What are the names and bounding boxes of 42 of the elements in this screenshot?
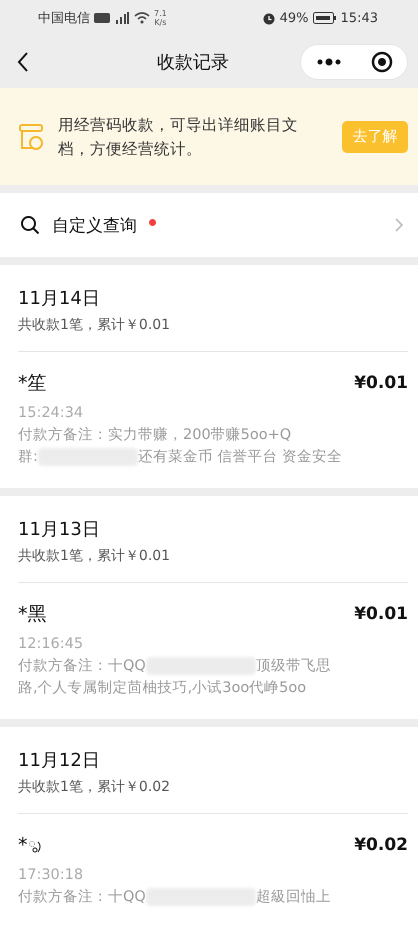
close-icon[interactable] [370,51,392,73]
carrier-name: 中国电信 [38,10,90,27]
payer-name: *黑 [18,602,46,627]
day-date: 11月12日 [18,749,101,773]
custom-query-label: 自定义查询 [52,214,137,236]
custom-query-row[interactable]: 自定义查询 [0,193,418,257]
payer-note: 路,个人专属制定茴柚技巧,小试3oo代峥5oo [18,678,306,698]
banner-text: 用经营码收款，可导出详细账目文档，方便经营统计。 [58,114,299,160]
clock-time: 15:43 [340,10,378,26]
day-date: 11月14日 [18,287,101,311]
payment-time: 17:30:18 [18,866,84,885]
day-summary: 共收款1笔，累计￥0.01 [18,547,172,566]
payment-time: 12:16:45 [18,635,84,654]
battery-percent: 49% [280,10,309,26]
payment-amount: ¥0.02 [354,835,408,855]
payer-note: 顶级带飞思 [256,657,331,676]
payer-name: * [18,833,28,858]
page-title: 收款记录 [156,51,230,74]
payer-note: 群: [18,448,38,467]
more-icon[interactable] [316,58,342,66]
alarm-icon [262,11,276,25]
battery-icon [312,12,337,24]
payment-amount: ¥0.01 [354,373,408,393]
payment-amount: ¥0.01 [354,604,408,624]
payer-note: 付款方备注：十QQ [18,888,146,907]
signal-icon [114,12,130,24]
payer-name: *笙 [18,371,46,396]
back-icon [16,51,30,73]
payer-note: 付款方备注：十QQ [18,656,146,676]
day-summary: 共收款1笔，累计￥0.01 [18,316,172,335]
payer-note: 付款方备注：实力带赚，200带赚5oo+Q [18,426,292,445]
network-speed: 7.1 K/s [154,9,167,27]
day-date: 11月13日 [18,518,101,542]
day-summary: 共收款1笔，累计￥0.02 [18,778,172,797]
hd-icon [94,12,110,24]
payer-note: 超級回怞上 [256,888,331,907]
search-icon [20,215,40,235]
payment-time: 15:24:34 [18,404,84,423]
payer-note: 还有菜金币 信誉平台 资金安全 [138,448,342,467]
chevron-icon [394,217,404,233]
wifi-icon [134,12,150,24]
shop-icon [18,122,44,150]
